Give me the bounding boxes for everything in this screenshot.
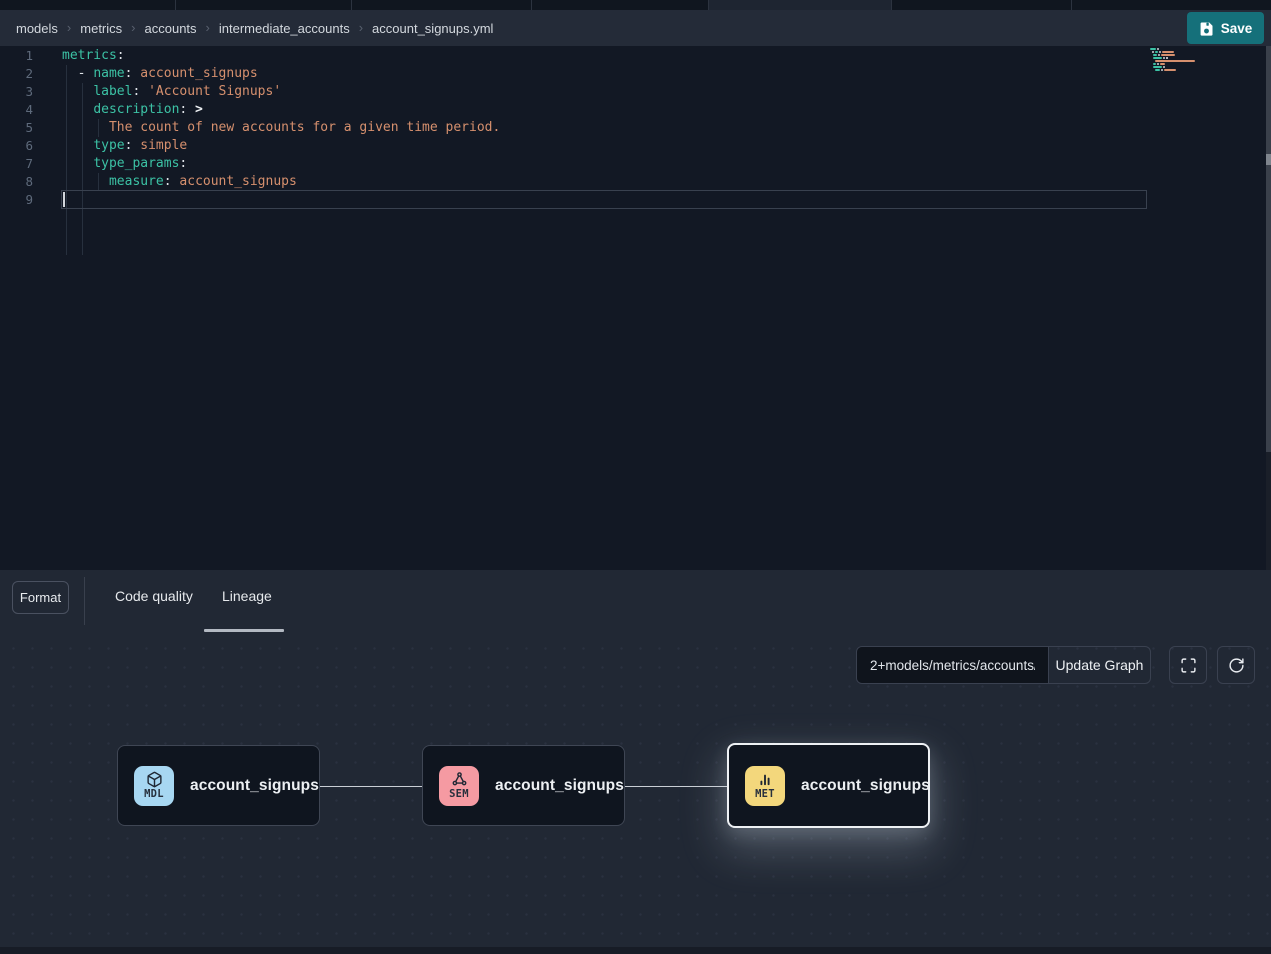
file-tab[interactable] — [352, 0, 532, 10]
chevron-right-icon: › — [67, 20, 71, 35]
breadcrumb-bar: models › metrics › accounts › intermediate_acc… — [0, 10, 1271, 46]
code-line: 1metrics: — [0, 47, 1147, 65]
save-button[interactable]: Save — [1187, 12, 1264, 44]
code-line: 6 type: simple — [0, 137, 1147, 155]
line-number: 4 — [0, 101, 42, 119]
code-editor[interactable]: 1metrics:2 - name: account_signups3 labe… — [0, 46, 1271, 570]
mdl-badge: MDL — [134, 766, 174, 806]
code-line: 5 The count of new accounts for a given … — [0, 119, 1147, 137]
lineage-edge — [625, 786, 727, 788]
code-line: 3 label: 'Account Signups' — [0, 83, 1147, 101]
format-button[interactable]: Format — [12, 581, 69, 614]
editor-scrollbar-track[interactable] — [1266, 46, 1271, 452]
minimap[interactable] — [1150, 48, 1212, 75]
tabrow-divider — [84, 577, 85, 625]
lineage-node-met[interactable]: MET account_signups — [727, 743, 930, 828]
tab-code-quality[interactable]: Code quality — [115, 588, 193, 604]
badge-label: MET — [755, 789, 775, 800]
line-number: 2 — [0, 65, 42, 83]
line-number: 5 — [0, 119, 42, 137]
file-tab[interactable] — [176, 0, 352, 10]
file-tab[interactable] — [0, 0, 176, 10]
line-number: 8 — [0, 173, 42, 191]
save-floppy-icon — [1199, 21, 1214, 36]
network-icon — [451, 771, 468, 788]
refresh-icon — [1228, 657, 1245, 674]
update-graph-button[interactable]: Update Graph — [1048, 647, 1150, 683]
breadcrumb-item[interactable]: metrics — [80, 21, 122, 36]
tab-lineage[interactable]: Lineage — [222, 588, 272, 604]
breadcrumb-item[interactable]: accounts — [145, 21, 197, 36]
node-label: account_signups — [495, 777, 624, 795]
code-line: 4 description: > — [0, 101, 1147, 119]
active-tab-underline — [204, 629, 284, 632]
bar-chart-icon — [757, 772, 773, 788]
ide-window: { "colors": { "accent_teal": "#15707a", … — [0, 0, 1271, 954]
chevron-right-icon: › — [206, 20, 210, 35]
code-line: 7 type_params: — [0, 155, 1147, 173]
file-tab[interactable] — [892, 0, 1072, 10]
breadcrumb-item[interactable]: models — [16, 21, 58, 36]
fullscreen-button[interactable] — [1169, 646, 1207, 684]
node-label: account_signups — [801, 777, 930, 795]
file-tab[interactable] — [709, 0, 892, 10]
canvas-footer-strip — [0, 947, 1271, 954]
chevron-right-icon: › — [131, 20, 135, 35]
editor-scrollbar-lower — [1266, 452, 1271, 570]
save-label: Save — [1221, 21, 1253, 36]
line-number: 7 — [0, 155, 42, 173]
file-tab[interactable] — [532, 0, 709, 10]
breadcrumb: models › metrics › accounts › intermediate_acc… — [16, 10, 493, 46]
chevron-right-icon: › — [359, 20, 363, 35]
line-number: 3 — [0, 83, 42, 101]
code-line: 9 — [0, 191, 1147, 209]
cube-icon — [146, 771, 163, 788]
lineage-node-mdl[interactable]: MDL account_signups — [117, 745, 320, 826]
editor-scrollbar-thumb[interactable] — [1266, 154, 1271, 165]
breadcrumb-item[interactable]: intermediate_accounts — [219, 21, 350, 36]
code-lines: 1metrics:2 - name: account_signups3 labe… — [0, 47, 1147, 209]
line-number: 1 — [0, 47, 42, 65]
node-label: account_signups — [190, 777, 319, 795]
line-number: 9 — [0, 191, 42, 209]
badge-label: MDL — [144, 789, 164, 800]
met-badge: MET — [745, 766, 785, 806]
file-tab-strip — [0, 0, 1271, 10]
file-tab[interactable] — [1072, 0, 1271, 10]
fullscreen-icon — [1180, 657, 1197, 674]
refresh-button[interactable] — [1217, 646, 1255, 684]
lineage-node-sem[interactable]: SEM account_signups — [422, 745, 625, 826]
lineage-canvas[interactable]: Update Graph MDL account_signups SEM accoun… — [0, 633, 1271, 947]
lineage-selector-input[interactable] — [857, 647, 1048, 683]
code-line: 2 - name: account_signups — [0, 65, 1147, 83]
breadcrumb-item[interactable]: account_signups.yml — [372, 21, 493, 36]
line-number: 6 — [0, 137, 42, 155]
lineage-edge — [320, 786, 422, 788]
code-line: 8 measure: account_signups — [0, 173, 1147, 191]
lineage-selector-group: Update Graph — [856, 646, 1151, 684]
sem-badge: SEM — [439, 766, 479, 806]
bottom-panel: Format Code quality Lineage Update Graph… — [0, 570, 1271, 954]
badge-label: SEM — [449, 789, 469, 800]
